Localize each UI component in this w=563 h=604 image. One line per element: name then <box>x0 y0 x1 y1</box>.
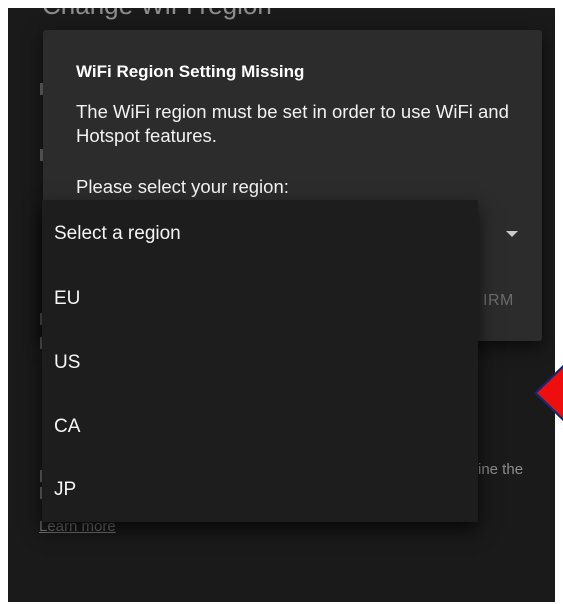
dialog-message: The WiFi region must be set in order to … <box>76 101 509 146</box>
background-description: ine the <box>478 461 524 478</box>
region-option-us[interactable]: US <box>54 341 464 385</box>
region-dropdown[interactable]: Select a region EU US CA JP <box>42 200 478 522</box>
region-option-ca[interactable]: CA <box>54 405 464 449</box>
region-option-eu[interactable]: EU <box>54 277 464 321</box>
dropdown-placeholder-option[interactable]: Select a region <box>54 212 464 256</box>
region-option-jp[interactable]: JP <box>54 468 464 512</box>
dialog-prompt: Please select your region: <box>76 176 289 197</box>
settings-screen: Change WiFi region ine the Learn more Wi… <box>8 8 555 602</box>
page-title: Change WiFi region <box>42 8 272 21</box>
dropdown-arrow-icon[interactable] <box>506 231 518 237</box>
dialog-title: WiFi Region Setting Missing <box>76 62 305 81</box>
side-handle-fill <box>537 367 563 419</box>
